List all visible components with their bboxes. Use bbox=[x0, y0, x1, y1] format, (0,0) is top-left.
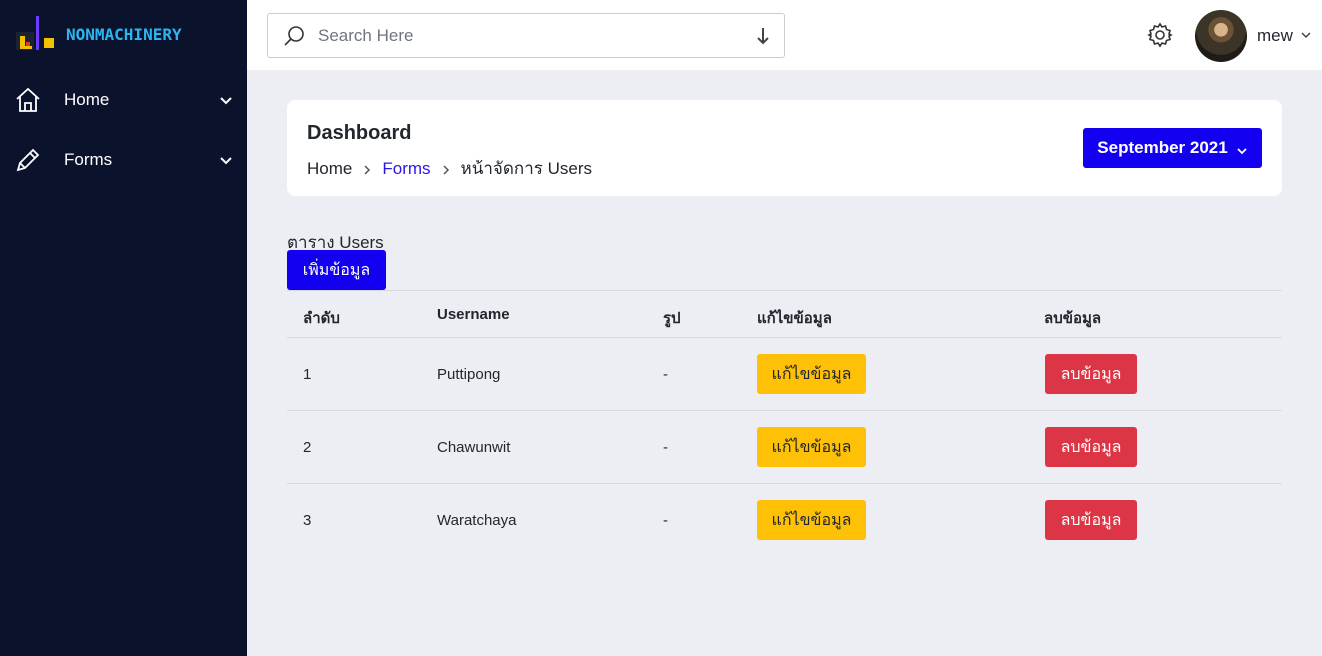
sidebar-item-home[interactable]: Home bbox=[0, 78, 247, 122]
row-number: 3 bbox=[303, 512, 312, 529]
arrow-down-icon[interactable] bbox=[754, 26, 772, 46]
table-row: 2 Chawunwit - แก้ไขข้อมูล ลบข้อมูล bbox=[287, 410, 1282, 483]
avatar[interactable] bbox=[1195, 10, 1247, 62]
row-photo: - bbox=[663, 439, 668, 456]
month-select-button[interactable]: September 2021 bbox=[1083, 128, 1262, 168]
column-header: แก้ไขข้อมูล bbox=[757, 310, 832, 327]
month-label: September 2021 bbox=[1097, 138, 1228, 157]
delete-button[interactable]: ลบข้อมูล bbox=[1045, 500, 1137, 540]
pencil-icon bbox=[14, 146, 42, 174]
breadcrumb-forms[interactable]: Forms bbox=[382, 159, 430, 179]
sidebar: NONMACHINERY Home Forms bbox=[0, 0, 247, 656]
table-row: 3 Waratchaya - แก้ไขข้อมูล ลบข้อมูล bbox=[287, 483, 1282, 556]
table-header-row: ลำดับ Username รูป แก้ไขข้อมูล ลบข้อมูล bbox=[287, 290, 1282, 337]
add-data-button[interactable]: เพิ่มข้อมูล bbox=[287, 250, 386, 290]
brand[interactable]: NONMACHINERY bbox=[14, 14, 182, 54]
chevron-right-icon bbox=[360, 162, 374, 176]
delete-button[interactable]: ลบข้อมูล bbox=[1045, 354, 1137, 394]
edit-button[interactable]: แก้ไขข้อมูล bbox=[757, 500, 866, 540]
chevron-right-icon bbox=[439, 162, 453, 176]
page-header-card: Dashboard Home Forms หน้าจัดการ Users Se… bbox=[287, 100, 1282, 196]
row-number: 1 bbox=[303, 366, 312, 383]
breadcrumb-home[interactable]: Home bbox=[307, 159, 352, 179]
column-header: Username bbox=[437, 306, 510, 323]
breadcrumb: Home Forms หน้าจัดการ Users bbox=[307, 155, 592, 182]
home-icon bbox=[14, 86, 42, 114]
column-header: ลำดับ bbox=[303, 310, 340, 327]
column-header: รูป bbox=[663, 310, 681, 327]
row-number: 2 bbox=[303, 439, 312, 456]
row-photo: - bbox=[663, 512, 668, 529]
row-username: Waratchaya bbox=[437, 512, 517, 529]
chevron-down-icon bbox=[218, 92, 234, 108]
row-username: Chawunwit bbox=[437, 439, 511, 456]
page-title: Dashboard bbox=[307, 122, 412, 144]
chevron-down-icon bbox=[218, 152, 234, 168]
search-input[interactable] bbox=[318, 22, 738, 50]
search-box[interactable] bbox=[267, 13, 785, 58]
sidebar-item-label: Home bbox=[64, 90, 110, 109]
search-icon[interactable] bbox=[282, 24, 306, 48]
row-username: Puttipong bbox=[437, 366, 501, 383]
column-header: ลบข้อมูล bbox=[1044, 310, 1102, 327]
user-name[interactable]: mew bbox=[1257, 26, 1293, 46]
sidebar-item-forms[interactable]: Forms bbox=[0, 138, 247, 182]
brand-name: NONMACHINERY bbox=[66, 24, 182, 44]
chevron-down-icon[interactable] bbox=[1300, 28, 1312, 40]
sidebar-item-label: Forms bbox=[64, 150, 113, 169]
table-row: 1 Puttipong - แก้ไขข้อมูล ลบข้อมูล bbox=[287, 337, 1282, 410]
edit-button[interactable]: แก้ไขข้อมูล bbox=[757, 354, 866, 394]
row-photo: - bbox=[663, 366, 668, 383]
brand-logo-icon bbox=[14, 14, 58, 54]
gear-icon[interactable] bbox=[1147, 22, 1173, 48]
delete-button[interactable]: ลบข้อมูล bbox=[1045, 427, 1137, 467]
edit-button[interactable]: แก้ไขข้อมูล bbox=[757, 427, 866, 467]
topbar: mew bbox=[247, 0, 1322, 70]
chevron-down-icon bbox=[1236, 142, 1248, 155]
breadcrumb-current: หน้าจัดการ Users bbox=[460, 159, 592, 178]
users-table: ลำดับ Username รูป แก้ไขข้อมูล ลบข้อมูล … bbox=[287, 290, 1282, 556]
